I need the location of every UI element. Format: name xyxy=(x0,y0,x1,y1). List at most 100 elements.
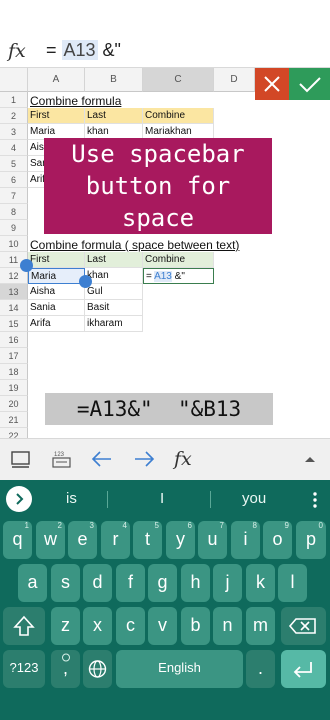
row-header[interactable]: 21 xyxy=(0,412,28,428)
table1-header-first[interactable]: First xyxy=(28,108,85,124)
key-x[interactable]: x xyxy=(83,607,112,645)
row-header[interactable]: 22 xyxy=(0,428,28,438)
key-l[interactable]: l xyxy=(278,564,307,602)
table-cell[interactable]: Sania xyxy=(28,300,85,316)
key-q[interactable]: q1 xyxy=(3,521,32,559)
row-header[interactable]: 4 xyxy=(0,140,28,156)
selected-cell-a13[interactable]: Maria xyxy=(28,268,85,284)
cancel-button[interactable] xyxy=(255,68,289,100)
row-header[interactable]: 3 xyxy=(0,124,28,140)
key-s[interactable]: s xyxy=(51,564,80,602)
fx-icon[interactable]: fx xyxy=(8,40,26,62)
key-number-hint: 9 xyxy=(284,521,289,530)
key-a[interactable]: a xyxy=(18,564,47,602)
arrow-left-icon[interactable] xyxy=(90,449,114,469)
row-header[interactable]: 14 xyxy=(0,300,28,316)
table2-header-first[interactable]: First xyxy=(28,252,85,268)
column-header-d[interactable]: D xyxy=(214,68,255,92)
arrow-right-icon[interactable] xyxy=(132,449,156,469)
key-z[interactable]: z xyxy=(51,607,80,645)
column-header-a[interactable]: A xyxy=(28,68,85,92)
key-t[interactable]: t5 xyxy=(133,521,162,559)
row-header[interactable]: 13 xyxy=(0,284,28,300)
key-r[interactable]: r4 xyxy=(101,521,130,559)
key-v[interactable]: v xyxy=(148,607,177,645)
table2-header-last[interactable]: Last xyxy=(85,252,143,268)
key-number-hint: 0 xyxy=(318,521,323,530)
enter-key[interactable] xyxy=(281,650,326,688)
suggestion-1[interactable]: is xyxy=(66,490,77,507)
fx-icon[interactable]: fx xyxy=(174,448,192,470)
accept-button[interactable] xyxy=(289,68,330,100)
key-p[interactable]: p0 xyxy=(296,521,326,559)
select-all-corner[interactable] xyxy=(0,68,28,92)
space-key[interactable]: English xyxy=(116,650,243,688)
backspace-key[interactable] xyxy=(281,607,326,645)
key-g[interactable]: g xyxy=(148,564,177,602)
key-c[interactable]: c xyxy=(116,607,145,645)
row-header[interactable]: 15 xyxy=(0,316,28,332)
key-w[interactable]: w2 xyxy=(36,521,65,559)
expand-up-icon[interactable] xyxy=(302,453,318,465)
row-header[interactable]: 19 xyxy=(0,380,28,396)
symbols-key[interactable]: ?123 xyxy=(3,650,45,688)
row-header[interactable]: 16 xyxy=(0,332,28,348)
table-cell[interactable]: Aisha xyxy=(28,284,85,300)
row-header[interactable]: 20 xyxy=(0,396,28,412)
key-f[interactable]: f xyxy=(116,564,145,602)
selection-handle-bottom-right[interactable] xyxy=(79,275,92,288)
key-d[interactable]: d xyxy=(83,564,112,602)
selection-handle-top-left[interactable] xyxy=(20,259,33,272)
row-header[interactable]: 5 xyxy=(0,156,28,172)
table-cell[interactable]: khan xyxy=(85,268,143,284)
table-cell[interactable]: Arifa xyxy=(28,316,85,332)
formula-input[interactable]: = A13 &" xyxy=(46,40,121,61)
spreadsheet-grid[interactable]: A B C D 1 2 3 4 5 6 7 8 9 10 11 12 13 14 15 16 17 18 19 20 2… xyxy=(0,68,330,438)
keyboard-hide-icon[interactable] xyxy=(10,450,32,470)
key-label: q xyxy=(12,529,23,549)
key-label: o xyxy=(272,529,283,549)
key-i[interactable]: i8 xyxy=(231,521,260,559)
key-k[interactable]: k xyxy=(246,564,275,602)
numeric-keyboard-icon[interactable]: 123 xyxy=(51,449,73,469)
key-number-hint: 7 xyxy=(219,521,224,530)
row-header[interactable]: 17 xyxy=(0,348,28,364)
row-header[interactable]: 18 xyxy=(0,364,28,380)
suggestion-2[interactable]: I xyxy=(160,490,164,507)
suggestion-3[interactable]: you xyxy=(242,490,266,507)
key-label: t xyxy=(144,529,150,549)
more-options-icon[interactable] xyxy=(309,491,321,509)
key-e[interactable]: e3 xyxy=(68,521,97,559)
row-header[interactable]: 6 xyxy=(0,172,28,188)
key-m[interactable]: m xyxy=(246,607,275,645)
key-b[interactable]: b xyxy=(181,607,210,645)
row-header[interactable]: 8 xyxy=(0,204,28,220)
key-u[interactable]: u7 xyxy=(198,521,227,559)
editing-prefix: = xyxy=(146,271,155,282)
key-j[interactable]: j xyxy=(213,564,242,602)
table-cell[interactable]: ikharam xyxy=(85,316,143,332)
shift-key[interactable] xyxy=(3,607,45,645)
row-header[interactable]: 10 xyxy=(0,236,28,252)
table1-header-last[interactable]: Last xyxy=(85,108,143,124)
row-header[interactable]: 2 xyxy=(0,108,28,124)
key-n[interactable]: n xyxy=(213,607,242,645)
expand-toolbar-button[interactable] xyxy=(6,486,32,512)
column-header-b[interactable]: B xyxy=(85,68,143,92)
row-header[interactable]: 1 xyxy=(0,92,28,108)
language-key[interactable] xyxy=(83,650,112,688)
comma-key[interactable]: , xyxy=(51,650,80,688)
key-o[interactable]: o9 xyxy=(263,521,292,559)
formula-bar[interactable]: fx = A13 &" xyxy=(0,34,330,68)
row-header[interactable]: 7 xyxy=(0,188,28,204)
key-y[interactable]: y6 xyxy=(166,521,195,559)
editing-cell-c13[interactable]: = A13 &" xyxy=(143,268,214,284)
column-header-c[interactable]: C xyxy=(143,68,214,92)
table1-header-combine[interactable]: Combine xyxy=(143,108,214,124)
period-key[interactable]: . xyxy=(246,650,275,688)
row-header[interactable]: 9 xyxy=(0,220,28,236)
table-cell[interactable]: Gul xyxy=(85,284,143,300)
table2-header-combine[interactable]: Combine xyxy=(143,252,214,268)
key-h[interactable]: h xyxy=(181,564,210,602)
table-cell[interactable]: Basit xyxy=(85,300,143,316)
